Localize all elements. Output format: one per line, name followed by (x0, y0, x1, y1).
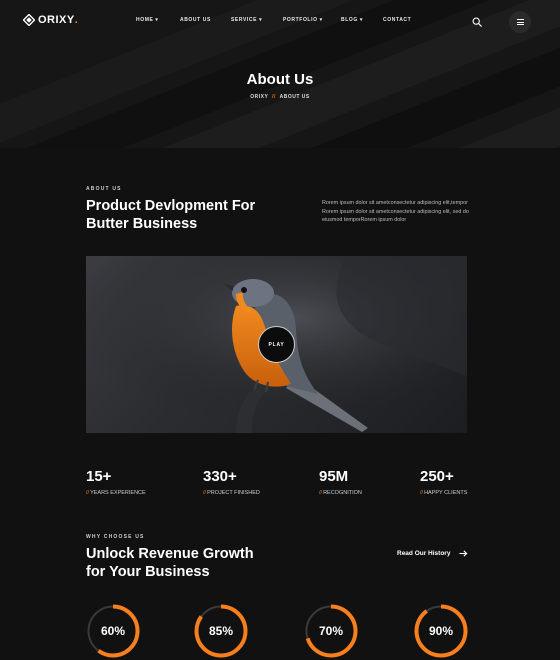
about-heading-line: Butter Business (86, 216, 198, 232)
stat-item: 250+ //HAPPY CLIENTS (420, 468, 467, 496)
chevron-down-icon: ▾ (155, 17, 159, 23)
breadcrumb-home-link[interactable]: ORIXY (250, 94, 268, 100)
progress-value: 85% (208, 624, 234, 638)
stat-hash: // (203, 490, 207, 496)
search-icon[interactable] (472, 17, 482, 27)
nav-item-portfolio[interactable]: PORTFOLIO ▾ (283, 17, 323, 23)
arrow-right-icon (459, 550, 468, 557)
nav-item-blog[interactable]: BLOG ▾ (341, 17, 363, 23)
stat-hash: // (420, 490, 424, 496)
nav-item-label: PORTFOLIO (283, 17, 318, 23)
stat-value: 250+ (420, 468, 454, 485)
stat-label-text: YEARS EXPERIENCE (90, 490, 146, 496)
stat-label: //YEARS EXPERIENCE (86, 490, 146, 496)
read-history-label: Read Our History (397, 550, 451, 557)
chevron-down-icon: ▾ (359, 17, 363, 23)
stat-label-text: RECOGNITION (323, 490, 362, 496)
page-header-hero: ORIXY . HOME ▾ ABOUT US SERVICE ▾ PORTFO… (0, 0, 560, 148)
breadcrumb-separator: // (272, 94, 276, 100)
breadcrumb: ORIXY // ABOUT US (0, 94, 560, 100)
nav-item-label: CONTACT (383, 17, 412, 23)
chevron-down-icon: ▾ (259, 17, 263, 23)
stat-value: 15+ (86, 468, 112, 485)
progress-value: 60% (100, 624, 126, 638)
stat-label: //HAPPY CLIENTS (420, 490, 467, 496)
about-paragraph: Rorem ipsum dolor sit ametconsectetur ad… (322, 200, 469, 223)
stat-item: 330+ //PROJECT FINISHED (203, 468, 260, 496)
stat-hash: // (86, 490, 90, 496)
play-button[interactable]: PLAY (258, 326, 295, 363)
nav-item-service[interactable]: SERVICE ▾ (231, 17, 262, 23)
about-section-tag: ABOUT US (86, 186, 122, 192)
stat-item: 95M //RECOGNITION (319, 468, 362, 496)
stat-item: 15+ //YEARS EXPERIENCE (86, 468, 146, 496)
nav-item-label: BLOG (341, 17, 358, 23)
stat-label-text: PROJECT FINISHED (207, 490, 260, 496)
read-history-link[interactable]: Read Our History (397, 549, 468, 558)
stat-hash: // (319, 490, 323, 496)
breadcrumb-current: ABOUT US (279, 94, 310, 100)
nav-item-home[interactable]: HOME ▾ (136, 17, 159, 23)
nav-item-label: ABOUT US (180, 17, 211, 23)
stat-value: 95M (319, 468, 349, 485)
stat-label-text: HAPPY CLIENTS (424, 490, 468, 496)
progress-value: 70% (318, 624, 344, 638)
chevron-down-icon: ▾ (319, 17, 323, 23)
why-heading: Unlock Revenue Growth for Your Business (86, 545, 306, 581)
stat-label: //PROJECT FINISHED (203, 490, 260, 496)
why-heading-line: for Your Business (86, 564, 210, 580)
progress-value: 90% (428, 624, 454, 638)
about-heading-line: Product Devlopment For (86, 198, 256, 214)
stat-label: //RECOGNITION (319, 490, 362, 496)
about-heading: Product Devlopment For Butter Business (86, 197, 286, 233)
menu-button[interactable] (509, 11, 531, 33)
why-heading-line: Unlock Revenue Growth (86, 546, 254, 562)
page-title: About Us (246, 71, 314, 88)
nav-item-contact[interactable]: CONTACT (383, 17, 411, 23)
nav-item-label: HOME (136, 17, 154, 23)
stat-value: 330+ (203, 468, 237, 485)
nav-item-about-us[interactable]: ABOUT US (180, 17, 211, 23)
nav-item-label: SERVICE (231, 17, 258, 23)
why-section-tag: WHY CHOOSE US (86, 534, 145, 540)
